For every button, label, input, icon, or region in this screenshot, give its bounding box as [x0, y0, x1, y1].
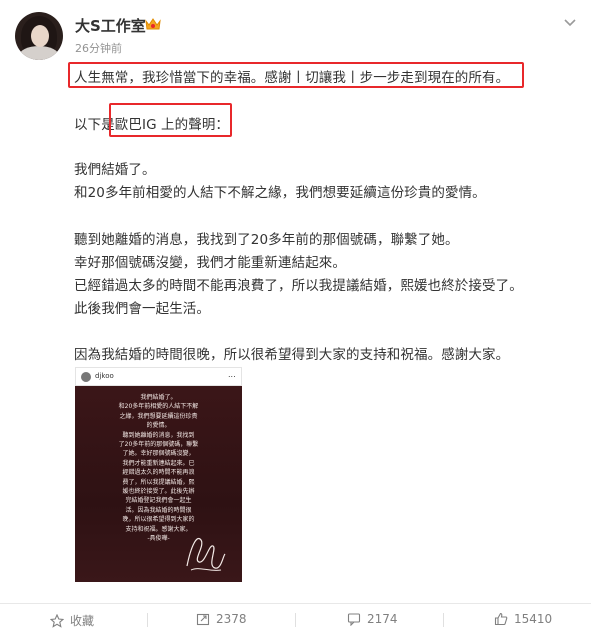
weibo-post-card: 大S工作室 26分钟前 人生無常，我珍惜當下的幸福。感謝丨切讓我丨步一步走到現在… [0, 0, 591, 634]
repost-button[interactable]: 2378 [196, 612, 247, 626]
ig-username: djkoo [95, 372, 114, 380]
ig-letter-text: 我們結婚了。 和20多年前相愛的人結下不解 之緣，我們想要延續這份珍貴 的愛情。… [118, 394, 199, 543]
like-button[interactable]: 15410 [494, 612, 552, 626]
footer-divider [0, 603, 591, 604]
signature-icon [186, 537, 226, 571]
comment-button[interactable]: 2174 [347, 612, 398, 626]
author-avatar[interactable] [15, 12, 63, 60]
chevron-down-icon[interactable] [563, 18, 577, 28]
repost-icon [196, 613, 210, 626]
favorite-label: 收藏 [70, 614, 95, 628]
post-image[interactable]: djkoo ... 我們結婚了。 和20多年前相愛的人結下不解 之緣，我們想要延… [75, 367, 242, 582]
highlight-box [68, 62, 524, 88]
verified-crown-icon [145, 18, 161, 30]
ig-header: djkoo ... [75, 367, 242, 386]
ig-avatar [81, 372, 91, 382]
more-icon: ... [228, 370, 236, 379]
post-text-line: 聽到她離婚的消息，我找到了20多年前的那個號碼，聯繫了她。 [74, 232, 459, 248]
action-separator [443, 613, 444, 627]
action-separator [295, 613, 296, 627]
highlight-box [109, 103, 232, 137]
post-text-line: 此後我們會一起生活。 [74, 301, 210, 317]
ig-letter: 我們結婚了。 和20多年前相愛的人結下不解 之緣，我們想要延續這份珍貴 的愛情。… [75, 386, 242, 582]
post-timestamp[interactable]: 26分钟前 [75, 40, 122, 56]
star-icon [50, 613, 64, 628]
thumbs-up-icon [494, 612, 508, 626]
post-text-line: 我們結婚了。 [74, 162, 156, 178]
author-name[interactable]: 大S工作室 [75, 15, 146, 36]
comment-count: 2174 [367, 612, 398, 626]
post-text-line: 和20多年前相愛的人結下不解之緣，我們想要延續這份珍貴的愛情。 [74, 185, 486, 201]
post-text-line: 幸好那個號碼沒變，我們才能重新連結起來。 [74, 255, 346, 271]
action-separator [147, 613, 148, 627]
post-text-line: 已經錯過太多的時間不能再浪費了，所以我提議結婚，熙媛也終於接受了。 [74, 278, 523, 294]
comment-icon [347, 613, 361, 626]
favorite-button[interactable]: 收藏 [50, 612, 94, 629]
post-text-line: 因為我結婚的時間很晚，所以很希望得到大家的支持和祝福。感謝大家。 [74, 347, 510, 363]
like-count: 15410 [514, 612, 553, 626]
repost-count: 2378 [216, 612, 247, 626]
